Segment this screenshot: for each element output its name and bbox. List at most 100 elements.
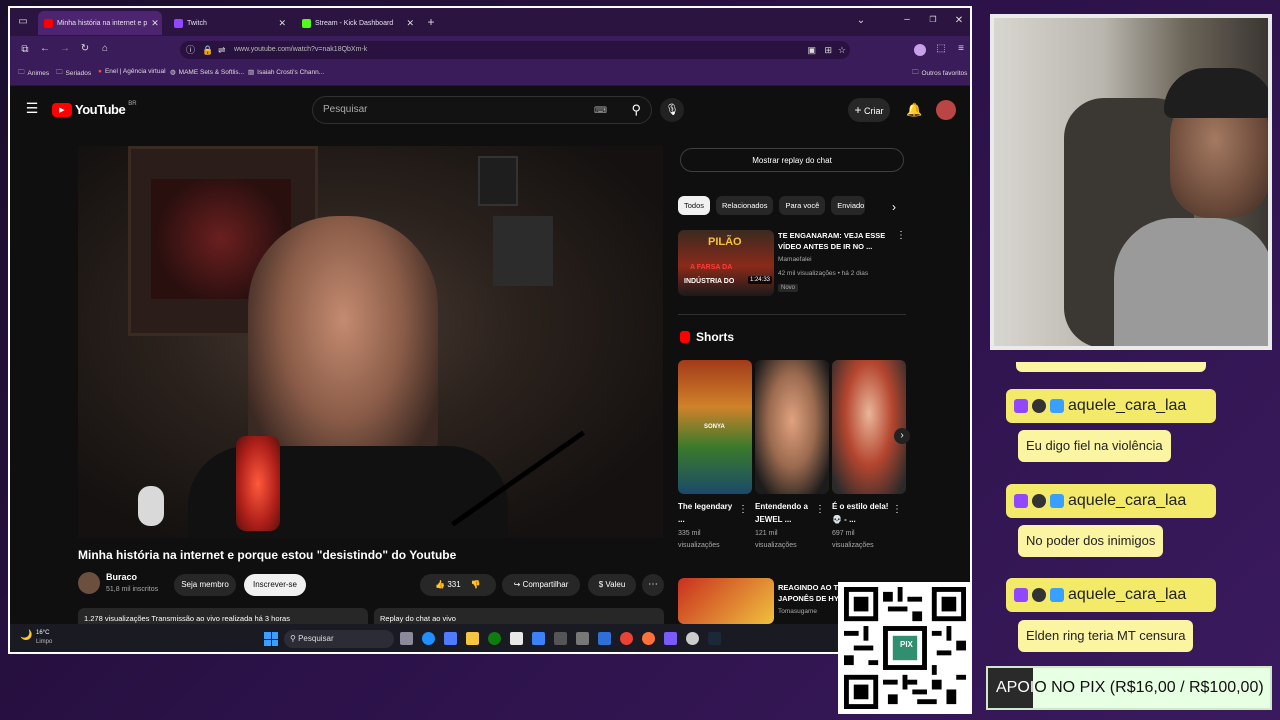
back-icon[interactable]: ←	[38, 43, 52, 54]
app-icon[interactable]	[576, 632, 589, 645]
minimize-icon[interactable]: –	[900, 14, 914, 25]
short-title[interactable]: The legendary ...	[678, 500, 738, 526]
youtube-logo[interactable]: ▶ YouTube BR	[52, 100, 137, 117]
short-thumbnail[interactable]	[755, 360, 829, 494]
bookmark-label: Outros favoritos	[921, 70, 968, 77]
search-input[interactable]: Pesquisar ⌨ ⚲	[312, 96, 652, 124]
video-player[interactable]	[78, 146, 663, 538]
edge-icon[interactable]	[422, 632, 435, 645]
bookmark-other-favorites[interactable]: 🗀 Outros favoritos	[912, 68, 967, 79]
recommended-channel[interactable]: Tomasugame	[778, 608, 817, 615]
short-thumbnail[interactable]: SONYA	[678, 360, 752, 494]
duration-badge: 1:24:33	[747, 276, 772, 284]
like-button[interactable]: 👍 331	[435, 580, 461, 589]
bookmark-isaiah[interactable]: ▨ Isaiah Crosti's Chann...	[248, 68, 324, 77]
chip-uploaded[interactable]: Enviado	[831, 196, 866, 215]
join-button[interactable]: Seja membro	[174, 574, 236, 596]
app-icon[interactable]: ⊞	[824, 41, 832, 59]
tab-kick[interactable]: Stream - Kick Dashboard ✕	[296, 11, 420, 35]
xbox-icon[interactable]	[488, 632, 501, 645]
folder-icon: 🗀	[912, 69, 919, 76]
reload-icon[interactable]: ↻	[78, 43, 92, 54]
more-actions-icon[interactable]: ⋯	[642, 574, 664, 596]
chrome-icon[interactable]	[620, 632, 633, 645]
sidebar-toggle-icon[interactable]: ▭	[16, 16, 30, 27]
taskbar-search[interactable]: ⚲ Pesquisar	[284, 630, 394, 648]
channel-name[interactable]: Buraco	[106, 572, 137, 582]
extensions-icon[interactable]: ⬚	[934, 43, 948, 54]
tab-list-chevron-icon[interactable]: ⌄	[854, 15, 868, 26]
tab-youtube[interactable]: Minha história na internet e p ✕	[38, 11, 162, 35]
url-field[interactable]: ⓘ 🔒 ⇌ www.youtube.com/watch?v=nak18QbXm-…	[180, 41, 850, 59]
restore-icon[interactable]: ❐	[926, 15, 940, 24]
chip-all[interactable]: Todos	[678, 196, 711, 215]
chip-for-you[interactable]: Para você	[779, 196, 826, 215]
firefox-icon[interactable]	[642, 632, 655, 645]
chips-next-chevron-icon[interactable]: ›	[888, 200, 900, 214]
mail-icon[interactable]	[532, 632, 545, 645]
bookmark-mame[interactable]: ◍ MAME Sets & Softlis...	[170, 68, 244, 77]
short-more-icon[interactable]: ⋮	[738, 504, 748, 515]
hamburger-menu-icon[interactable]: ☰	[24, 100, 40, 117]
recommended-channel[interactable]: Mamaefalei	[778, 256, 812, 263]
favorite-star-icon[interactable]: ☆	[838, 41, 846, 59]
short-more-icon[interactable]: ⋮	[815, 504, 825, 515]
site-info-icon[interactable]: ⓘ	[186, 41, 195, 59]
obs-icon[interactable]	[686, 632, 699, 645]
forward-icon[interactable]: →	[58, 43, 72, 54]
reader-icon[interactable]: ▣	[807, 41, 816, 59]
menu-icon[interactable]: ≡	[954, 43, 968, 54]
bookmark-animes[interactable]: 🗀 Animes	[18, 68, 49, 79]
thanks-button[interactable]: $ Valeu	[588, 574, 636, 596]
plus-icon: +	[854, 103, 862, 117]
close-tab-icon[interactable]: ✕	[278, 18, 286, 29]
microphone-icon[interactable]: 🎙	[660, 98, 684, 122]
avatar[interactable]	[936, 100, 956, 120]
windows-start-icon[interactable]	[264, 632, 278, 646]
keyboard-icon[interactable]: ⌨	[594, 97, 607, 123]
short-title[interactable]: É o estilo dela! 💀 - ...	[832, 500, 892, 526]
thumb-text: A FARSA DA	[690, 264, 733, 271]
notifications-bell-icon[interactable]: 🔔	[906, 102, 922, 118]
short-thumbnail[interactable]	[832, 360, 906, 494]
app-icon[interactable]	[664, 632, 677, 645]
country-code: BR	[128, 100, 137, 107]
thumbs-down-icon[interactable]: 👎	[471, 580, 481, 589]
share-button[interactable]: ↪ Compartilhar	[502, 574, 580, 596]
channel-avatar[interactable]	[78, 572, 100, 594]
tab-twitch[interactable]: Twitch ✕	[168, 11, 292, 35]
app-icon[interactable]	[598, 632, 611, 645]
close-tab-icon[interactable]: ✕	[151, 18, 159, 29]
close-tab-icon[interactable]: ✕	[406, 18, 414, 29]
recommended-more-icon[interactable]: ⋮	[896, 230, 906, 241]
short-more-icon[interactable]: ⋮	[892, 504, 902, 515]
new-tab-icon[interactable]: +	[424, 15, 438, 29]
weather-temp[interactable]: 16°C	[36, 630, 49, 636]
copilot-icon[interactable]	[444, 632, 457, 645]
bookmark-seriados[interactable]: 🗀 Seriados	[56, 68, 91, 79]
search-icon[interactable]: ⚲	[631, 97, 641, 123]
recommended-title[interactable]: TE ENGANARAM: VEJA ESSE VÍDEO ANTES DE I…	[778, 230, 888, 252]
task-view-icon[interactable]	[400, 632, 413, 645]
search-icon: ⚲	[290, 634, 296, 643]
collections-icon[interactable]: ⧉	[18, 44, 32, 55]
tune-icon[interactable]: ⇌	[218, 41, 226, 59]
create-button[interactable]: + Criar	[848, 98, 890, 122]
subscribe-button[interactable]: Inscrever-se	[244, 574, 306, 596]
show-chat-replay-button[interactable]: Mostrar replay do chat	[680, 148, 904, 172]
recommended-thumbnail[interactable]: PILÃO A FARSA DA INDÚSTRIA DO 1:24:33	[678, 230, 774, 296]
app-icon[interactable]	[554, 632, 567, 645]
store-icon[interactable]	[510, 632, 523, 645]
subscriber-count: 51,8 mil inscritos	[106, 586, 159, 593]
chat-username-row: aquele_cara_laa	[1006, 484, 1216, 518]
bookmark-enel[interactable]: ● Enel | Agência virtual	[98, 68, 166, 75]
short-title[interactable]: Entendendo a JEWEL ...	[755, 500, 815, 526]
shorts-next-chevron-icon[interactable]: ›	[894, 428, 910, 444]
close-window-icon[interactable]: ✕	[952, 15, 966, 26]
profile-icon[interactable]	[914, 44, 926, 56]
recommended-thumbnail[interactable]	[678, 578, 774, 624]
chip-related[interactable]: Relacionados	[716, 196, 774, 215]
file-explorer-icon[interactable]	[466, 632, 479, 645]
home-icon[interactable]: ⌂	[98, 43, 112, 54]
steam-icon[interactable]	[708, 632, 721, 645]
